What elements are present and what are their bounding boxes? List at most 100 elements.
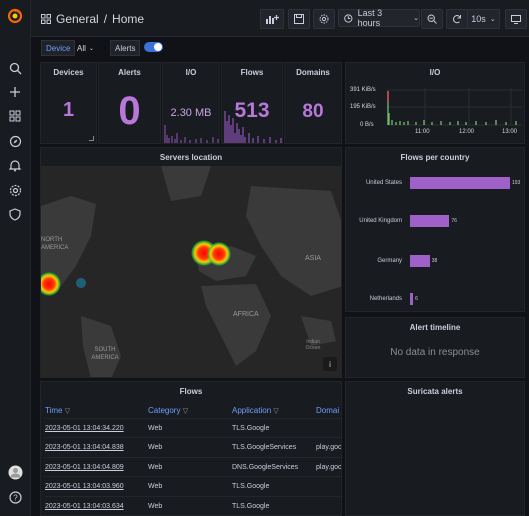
panel-title: Alert timeline [409,323,461,332]
svg-text:?: ? [13,493,18,502]
bar[interactable] [410,293,414,305]
chevron-down-icon: ⌄ [413,15,419,22]
servers-location-panel[interactable]: Servers location NORTH AMERICA ASIA AFRI… [40,147,342,378]
refresh-interval-picker[interactable]: 10s ⌄ [467,9,500,29]
dashboards-icon[interactable] [7,108,23,124]
chevron-down-icon: ⌄ [489,16,496,23]
search-icon[interactable] [7,60,23,76]
settings-gear-icon[interactable] [7,182,23,198]
cell-application: TLS.GoogleServices [232,444,297,451]
cell-application: TLS.Google [232,483,270,490]
cell-domain: play.goo [316,464,342,471]
row-divider [45,476,341,477]
refresh-interval-label: 10s [471,14,486,24]
panel-title: Flows [179,387,203,396]
filter-icon[interactable]: ▽ [273,408,278,415]
bar[interactable] [410,177,510,189]
bar[interactable] [410,215,450,227]
map-label-indian-ocean: Indian Ocean [305,339,321,351]
alerts-variable-label: Alerts [110,40,141,56]
header-divider [45,418,341,419]
device-variable-label: Device [41,40,76,56]
cell-time[interactable]: 2023-05-01 13:04:04.809 [45,464,124,471]
alerts-value: 0 [118,89,141,133]
add-panel-button[interactable] [260,9,284,29]
io-stat-panel[interactable]: I/O 2.30 MB [162,62,220,144]
cell-time[interactable]: 2023-05-01 13:04:03.960 [45,483,124,490]
cell-time[interactable]: 2023-05-01 13:04:04.838 [45,444,124,451]
bar[interactable] [410,255,430,267]
cell-time[interactable]: 2023-05-01 13:04:03.634 [45,503,124,510]
column-header-time[interactable]: Time ▽ [45,406,70,415]
dashboard-settings-button[interactable] [313,9,335,29]
breadcrumb: General / Home [41,12,144,26]
bar-value-label: 6 [415,296,418,302]
breadcrumb-folder[interactable]: General [56,12,99,26]
domains-stat-panel[interactable]: Domains 80 [284,62,342,144]
cell-time[interactable]: 2023-05-01 13:04:34.220 [45,425,124,432]
row-divider [45,457,341,458]
cell-domain: play.goo [316,444,342,451]
column-header-application[interactable]: Application ▽ [232,406,279,415]
cell-category: Web [148,425,163,432]
no-data-message: No data in response [390,347,480,358]
cell-category: Web [148,444,163,451]
save-dashboard-button[interactable] [288,9,310,29]
flows-stat-panel[interactable]: Flows 513 [221,62,283,144]
alerts-stat-panel[interactable]: Alerts 0 [98,62,161,144]
map-label-asia: ASIA [305,255,321,262]
column-header-domain[interactable]: Domai [316,406,339,415]
time-range-picker[interactable]: Last 3 hours ⌄ [338,8,420,28]
tv-mode-button[interactable] [505,9,527,29]
zoom-out-icon [427,14,437,24]
user-avatar-icon[interactable] [7,464,23,480]
map-info-icon[interactable]: i [323,357,337,371]
device-variable-select[interactable]: All ⌄ [73,40,98,56]
devices-value: 1 [62,99,75,121]
refresh-button[interactable] [446,9,468,29]
resize-handle[interactable] [89,136,94,141]
cell-application: DNS.GoogleServices [232,464,299,471]
monitor-icon [511,14,521,24]
io-timeseries-panel[interactable]: I/O 391 KiB/s 195 KiB/s 0 B/s 11:00 12:0… [345,62,525,144]
flows-table-panel[interactable]: Flows Time ▽ Category ▽ Application ▽ Do… [40,381,342,516]
bar-value-label: 193 [512,180,521,186]
filter-icon[interactable]: ▽ [65,408,70,415]
shield-icon[interactable] [7,206,23,222]
domains-value: 80 [302,101,324,122]
zoom-out-button[interactable] [421,9,443,29]
bar-category-label: Netherlands [369,296,402,302]
help-icon[interactable]: ? [7,489,23,505]
time-range-label: Last 3 hours [357,8,383,28]
cell-category: Web [148,483,163,490]
grafana-logo-icon[interactable] [7,8,23,24]
filter-icon[interactable]: ▽ [183,408,188,415]
save-icon [294,14,304,24]
map-label-africa: AFRICA [233,311,259,318]
alert-timeline-panel[interactable]: Alert timeline No data in response [345,317,525,378]
world-map[interactable]: NORTH AMERICA ASIA AFRICA SOUTH AMERICA … [41,166,341,377]
x-tick: 13:00 [502,129,518,135]
breadcrumb-page[interactable]: Home [112,12,144,26]
bar-value-label: 76 [451,218,457,224]
panel-title: Devices [53,68,84,77]
bar-category-label: Germany [377,258,402,264]
flows-per-country-panel[interactable]: Flows per country United States 193 United… [345,147,525,312]
devices-stat-panel[interactable]: Devices 1 [40,62,97,144]
alerts-toggle[interactable] [144,42,163,52]
cell-category: Web [148,503,163,510]
gear-icon [319,14,329,24]
bar-category-label: United States [365,180,402,186]
variables-bar: Device All ⌄ Alerts [31,37,529,59]
plus-icon[interactable] [7,84,23,100]
chevron-down-icon: ⌄ [88,45,94,52]
suricata-alerts-panel[interactable]: Suricata alerts [345,381,525,516]
map-label-north-america: NORTH AMERICA [41,237,69,251]
column-header-category[interactable]: Category ▽ [148,406,188,415]
device-variable-value: All [77,43,86,53]
explore-compass-icon[interactable] [7,133,23,149]
alerting-bell-icon[interactable] [7,157,23,173]
flows-value: 513 [234,99,270,122]
panel-title: Alerts [118,68,141,77]
clock-icon [344,13,353,23]
